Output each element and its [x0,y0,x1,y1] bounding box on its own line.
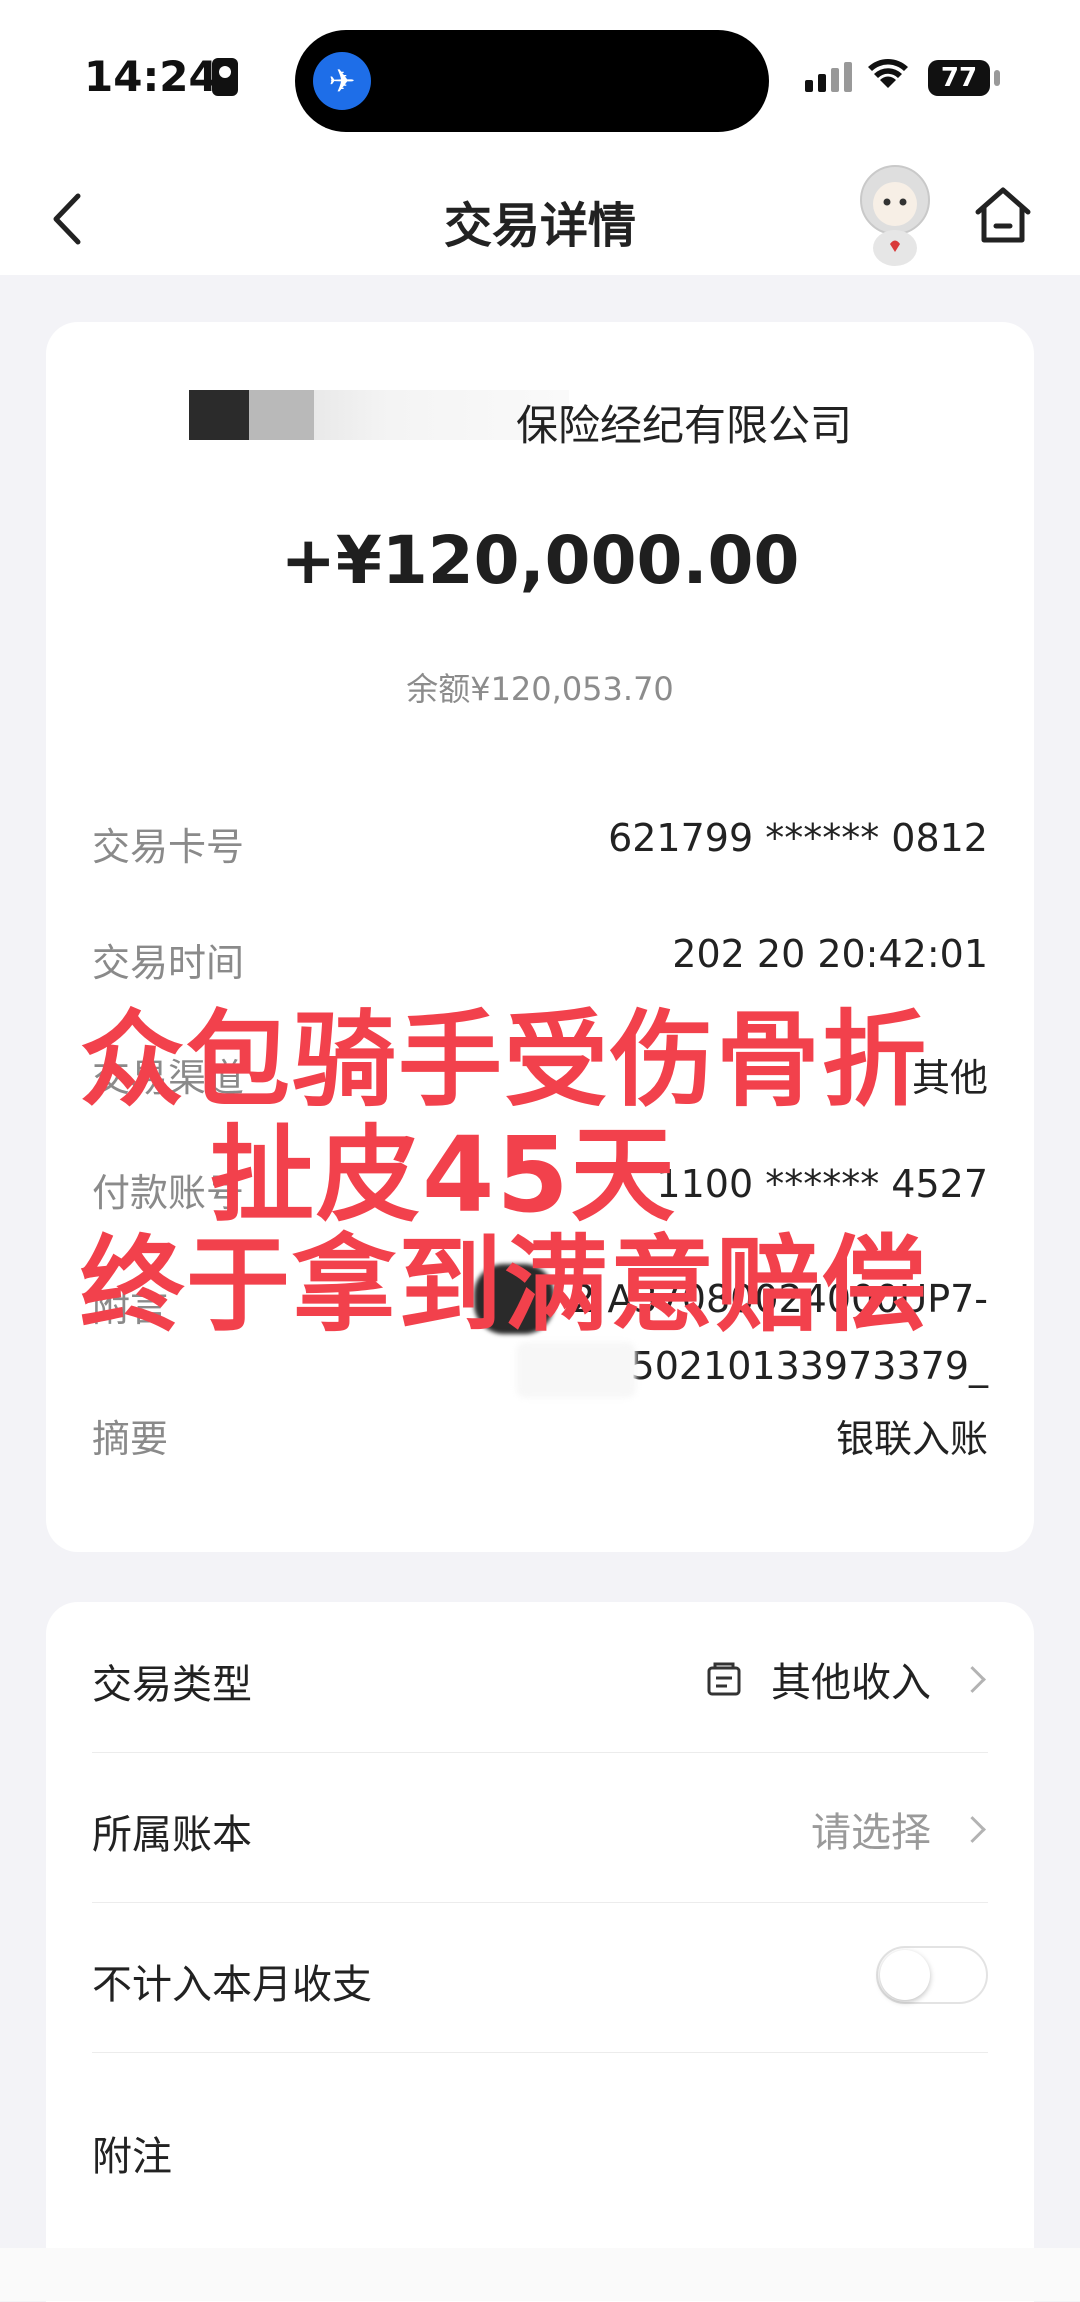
transaction-type-label: 交易类型 [92,1662,252,1708]
category-icon [707,1662,741,1696]
wifi-icon [868,59,908,88]
chevron-right-icon [959,1665,986,1693]
summary-label: 摘要 [92,1417,169,1461]
card-number-value: 621799 ****** 0812 [608,816,988,860]
ledger-value: 请选择 [811,1810,931,1856]
transaction-type-value: 其他收入 [771,1660,931,1706]
battery-icon: 77 [928,60,990,96]
note-row[interactable]: 附注 [92,2052,988,2202]
exclude-month-row: 不计入本月收支 [92,1902,988,2053]
summary-value: 银联入账 [835,1417,988,1461]
ledger-row[interactable]: 所属账本 请选择 [92,1752,988,1903]
card-number-label: 交易卡号 [92,825,245,869]
transaction-settings-card: 交易类型 其他收入 所属账本 请选择 不计入本月收支 附注 [46,1602,1034,2302]
toggle-knob [880,1950,930,2000]
mascot-assistant-icon[interactable] [850,160,940,270]
transaction-time-value: 202 20 20:42:01 [672,932,988,976]
account-balance: 余额¥120,053.70 [406,670,674,708]
nav-bar: 交易详情 [0,160,1080,275]
cellular-signal-icon [805,62,857,92]
payer-name: 保险经纪有限公司 [516,401,853,450]
contact-card-icon [212,58,238,96]
transaction-amount: +¥120,000.00 [280,522,800,599]
transaction-card: 保险经纪有限公司 +¥120,000.00 余额¥120,053.70 交易卡号… [46,322,1034,1552]
ledger-label: 所属账本 [92,1812,252,1858]
bottom-edge [0,2248,1080,2301]
overlay-text-line3: 终于拿到满意赔偿 [80,1224,929,1346]
note-label: 附注 [92,2134,172,2180]
status-bar: 14:24 ✈ 77 [0,0,1080,160]
status-time: 14:24 [84,52,218,101]
dynamic-island: ✈ [295,30,769,132]
transaction-type-row[interactable]: 交易类型 其他收入 [92,1602,988,1753]
battery-tip [994,70,1000,86]
home-icon[interactable] [972,184,1034,246]
redaction-mask [189,390,569,440]
exclude-month-label: 不计入本月收支 [92,1962,372,2008]
exclude-month-toggle[interactable] [876,1946,988,2004]
chevron-right-icon [959,1815,986,1843]
app-logo-icon: ✈ [313,52,371,110]
